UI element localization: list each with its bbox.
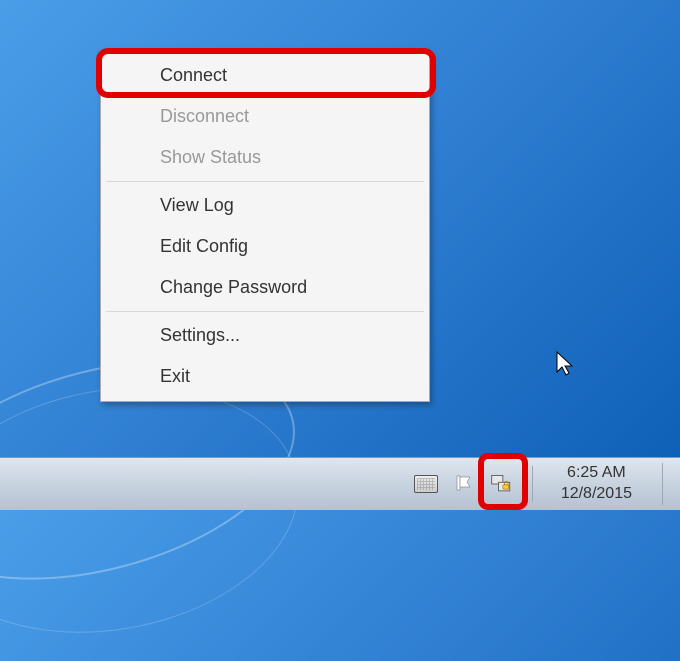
cursor-icon (555, 350, 575, 378)
menu-item-view-log[interactable]: View Log (104, 185, 426, 226)
menu-item-exit[interactable]: Exit (104, 356, 426, 397)
taskbar: 6:25 AM 12/8/2015 (0, 457, 680, 510)
clock[interactable]: 6:25 AM 12/8/2015 (551, 463, 642, 505)
tray-divider (532, 466, 533, 502)
menu-item-show-status: Show Status (104, 137, 426, 178)
system-tray: 6:25 AM 12/8/2015 (414, 458, 674, 510)
menu-item-settings[interactable]: Settings... (104, 315, 426, 356)
menu-separator (106, 181, 424, 182)
menu-item-disconnect: Disconnect (104, 96, 426, 137)
vpn-tray-icon[interactable] (490, 472, 514, 496)
clock-date: 12/8/2015 (561, 484, 632, 505)
clock-time: 6:25 AM (567, 463, 626, 484)
menu-separator (106, 311, 424, 312)
show-desktop-button[interactable] (662, 463, 674, 505)
menu-item-edit-config[interactable]: Edit Config (104, 226, 426, 267)
action-center-icon[interactable] (452, 472, 476, 496)
menu-item-connect[interactable]: Connect (104, 55, 426, 96)
menu-item-change-password[interactable]: Change Password (104, 267, 426, 308)
vpn-context-menu: Connect Disconnect Show Status View Log … (100, 50, 430, 402)
keyboard-icon[interactable] (414, 472, 438, 496)
